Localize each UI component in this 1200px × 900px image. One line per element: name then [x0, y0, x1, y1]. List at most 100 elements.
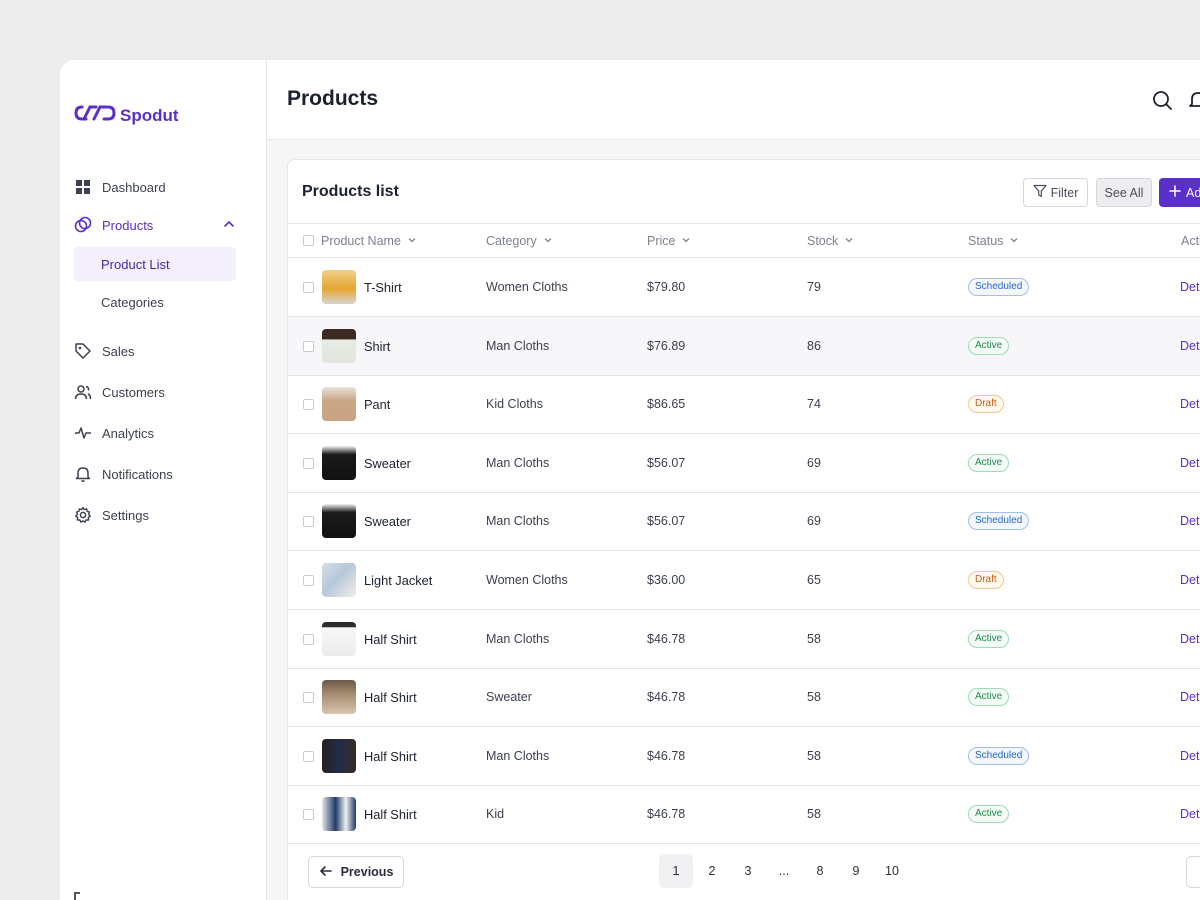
table-row[interactable]: ShirtMan Cloths$76.8986ActiveDetails	[288, 317, 1200, 376]
search-icon[interactable]	[1151, 89, 1173, 111]
product-stock: 74	[807, 397, 821, 411]
table-row[interactable]: Half ShirtKid$46.7858ActiveDetails	[288, 785, 1200, 844]
brand-name: Spodut	[120, 106, 179, 126]
details-link[interactable]: Details	[1180, 573, 1200, 587]
product-stock: 58	[807, 690, 821, 704]
table-header: Product Name Category Price Stock Status…	[288, 223, 1200, 258]
details-link[interactable]: Details	[1180, 690, 1200, 704]
see-all-button[interactable]: See All	[1096, 178, 1152, 207]
row-checkbox[interactable]	[303, 809, 314, 820]
product-category: Man Cloths	[486, 339, 549, 353]
arrow-left-icon	[319, 864, 333, 881]
details-link[interactable]: Details	[1180, 632, 1200, 646]
sidebar-subitem-categories[interactable]: Categories	[74, 285, 236, 319]
row-checkbox[interactable]	[303, 282, 314, 293]
previous-page-button[interactable]: Previous	[308, 856, 404, 888]
column-header-status[interactable]: Status	[968, 234, 1019, 248]
chevron-down-icon	[1009, 234, 1019, 248]
product-stock: 58	[807, 749, 821, 763]
row-checkbox[interactable]	[303, 399, 314, 410]
details-link[interactable]: Details	[1180, 514, 1200, 528]
pagination: Previous 123...8910	[288, 844, 1200, 900]
details-link[interactable]: Details	[1180, 807, 1200, 821]
row-checkbox[interactable]	[303, 575, 314, 586]
details-link[interactable]: Details	[1180, 397, 1200, 411]
details-link[interactable]: Details	[1180, 339, 1200, 353]
table-row[interactable]: SweaterMan Cloths$56.0769ActiveDetails	[288, 434, 1200, 493]
column-header-product-name[interactable]: Product Name	[321, 234, 417, 248]
product-price: $46.78	[647, 690, 685, 704]
details-link[interactable]: Details	[1180, 280, 1200, 294]
table-row[interactable]: SweaterMan Cloths$56.0769ScheduledDetail…	[288, 492, 1200, 551]
table-row[interactable]: Half ShirtMan Cloths$46.7858ActiveDetail…	[288, 610, 1200, 669]
product-price: $46.78	[647, 807, 685, 821]
page-number-button[interactable]: 8	[803, 854, 837, 888]
sidebar-subitem-product-list[interactable]: Product List	[74, 247, 236, 281]
add-product-button[interactable]: Add	[1159, 178, 1200, 207]
row-checkbox[interactable]	[303, 634, 314, 645]
column-header-price[interactable]: Price	[647, 234, 691, 248]
dashboard-grid-icon	[74, 178, 92, 196]
product-category: Man Cloths	[486, 514, 549, 528]
chevron-down-icon	[407, 234, 417, 248]
page-number-button[interactable]: 1	[659, 854, 693, 888]
product-stock: 65	[807, 573, 821, 587]
sidebar-item-notifications[interactable]: Notifications	[74, 459, 236, 489]
table-row[interactable]: PantKid Cloths$86.6574DraftDetails	[288, 375, 1200, 434]
app-window: Spodut Dashboard Products Product List C…	[60, 60, 1200, 900]
column-header-label: Stock	[807, 234, 838, 248]
details-link[interactable]: Details	[1180, 456, 1200, 470]
chevron-down-icon	[543, 234, 553, 248]
product-stock: 69	[807, 456, 821, 470]
table-row[interactable]: Half ShirtMan Cloths$46.7858ScheduledDet…	[288, 727, 1200, 786]
product-category: Man Cloths	[486, 632, 549, 646]
column-header-stock[interactable]: Stock	[807, 234, 854, 248]
card-title: Products list	[302, 183, 399, 201]
page-number-button[interactable]: 10	[875, 854, 909, 888]
next-page-button[interactable]	[1186, 856, 1200, 888]
sidebar-item-customers[interactable]: Customers	[74, 377, 236, 407]
table-row[interactable]: Light JacketWomen Cloths$36.0065DraftDet…	[288, 551, 1200, 610]
table-row[interactable]: Half ShirtSweater$46.7858ActiveDetails	[288, 668, 1200, 727]
top-header: Products	[267, 60, 1200, 140]
sidebar-item-settings[interactable]: Settings	[74, 500, 236, 530]
filter-icon	[1033, 184, 1047, 201]
select-all-checkbox[interactable]	[303, 235, 314, 246]
product-name: T-Shirt	[364, 280, 402, 295]
notification-bell-icon[interactable]	[1187, 89, 1200, 111]
page-title: Products	[287, 87, 378, 111]
sidebar-item-label: Analytics	[102, 426, 154, 441]
row-checkbox[interactable]	[303, 516, 314, 527]
product-name: Half Shirt	[364, 749, 417, 764]
page-number-button[interactable]: 2	[695, 854, 729, 888]
product-category: Man Cloths	[486, 749, 549, 763]
activity-icon	[74, 424, 92, 442]
tag-icon	[74, 342, 92, 360]
sidebar-item-products[interactable]: Products	[74, 210, 236, 240]
chevron-down-icon	[681, 234, 691, 248]
sidebar-item-sales[interactable]: Sales	[74, 336, 236, 366]
sidebar-item-analytics[interactable]: Analytics	[74, 418, 236, 448]
filter-button[interactable]: Filter	[1023, 178, 1088, 207]
page-ellipsis: ...	[767, 854, 801, 888]
sidebar-item-dashboard[interactable]: Dashboard	[74, 172, 236, 202]
brand-logo[interactable]: Spodut	[74, 104, 179, 127]
details-link[interactable]: Details	[1180, 749, 1200, 763]
row-checkbox[interactable]	[303, 341, 314, 352]
page-number-button[interactable]: 9	[839, 854, 873, 888]
product-price: $79.80	[647, 280, 685, 294]
plus-icon	[1169, 185, 1181, 200]
page-number-button[interactable]: 3	[731, 854, 765, 888]
column-header-category[interactable]: Category	[486, 234, 553, 248]
row-checkbox[interactable]	[303, 458, 314, 469]
row-checkbox[interactable]	[303, 692, 314, 703]
chevron-up-icon[interactable]	[222, 217, 236, 234]
row-checkbox[interactable]	[303, 751, 314, 762]
table-row[interactable]: T-ShirtWomen Cloths$79.8079ScheduledDeta…	[288, 258, 1200, 317]
status-badge: Scheduled	[968, 747, 1029, 765]
product-category: Kid Cloths	[486, 397, 543, 411]
status-badge: Draft	[968, 395, 1004, 413]
previous-label: Previous	[341, 865, 394, 879]
sidebar-footer-icon[interactable]	[74, 892, 80, 900]
bell-icon	[74, 465, 92, 483]
